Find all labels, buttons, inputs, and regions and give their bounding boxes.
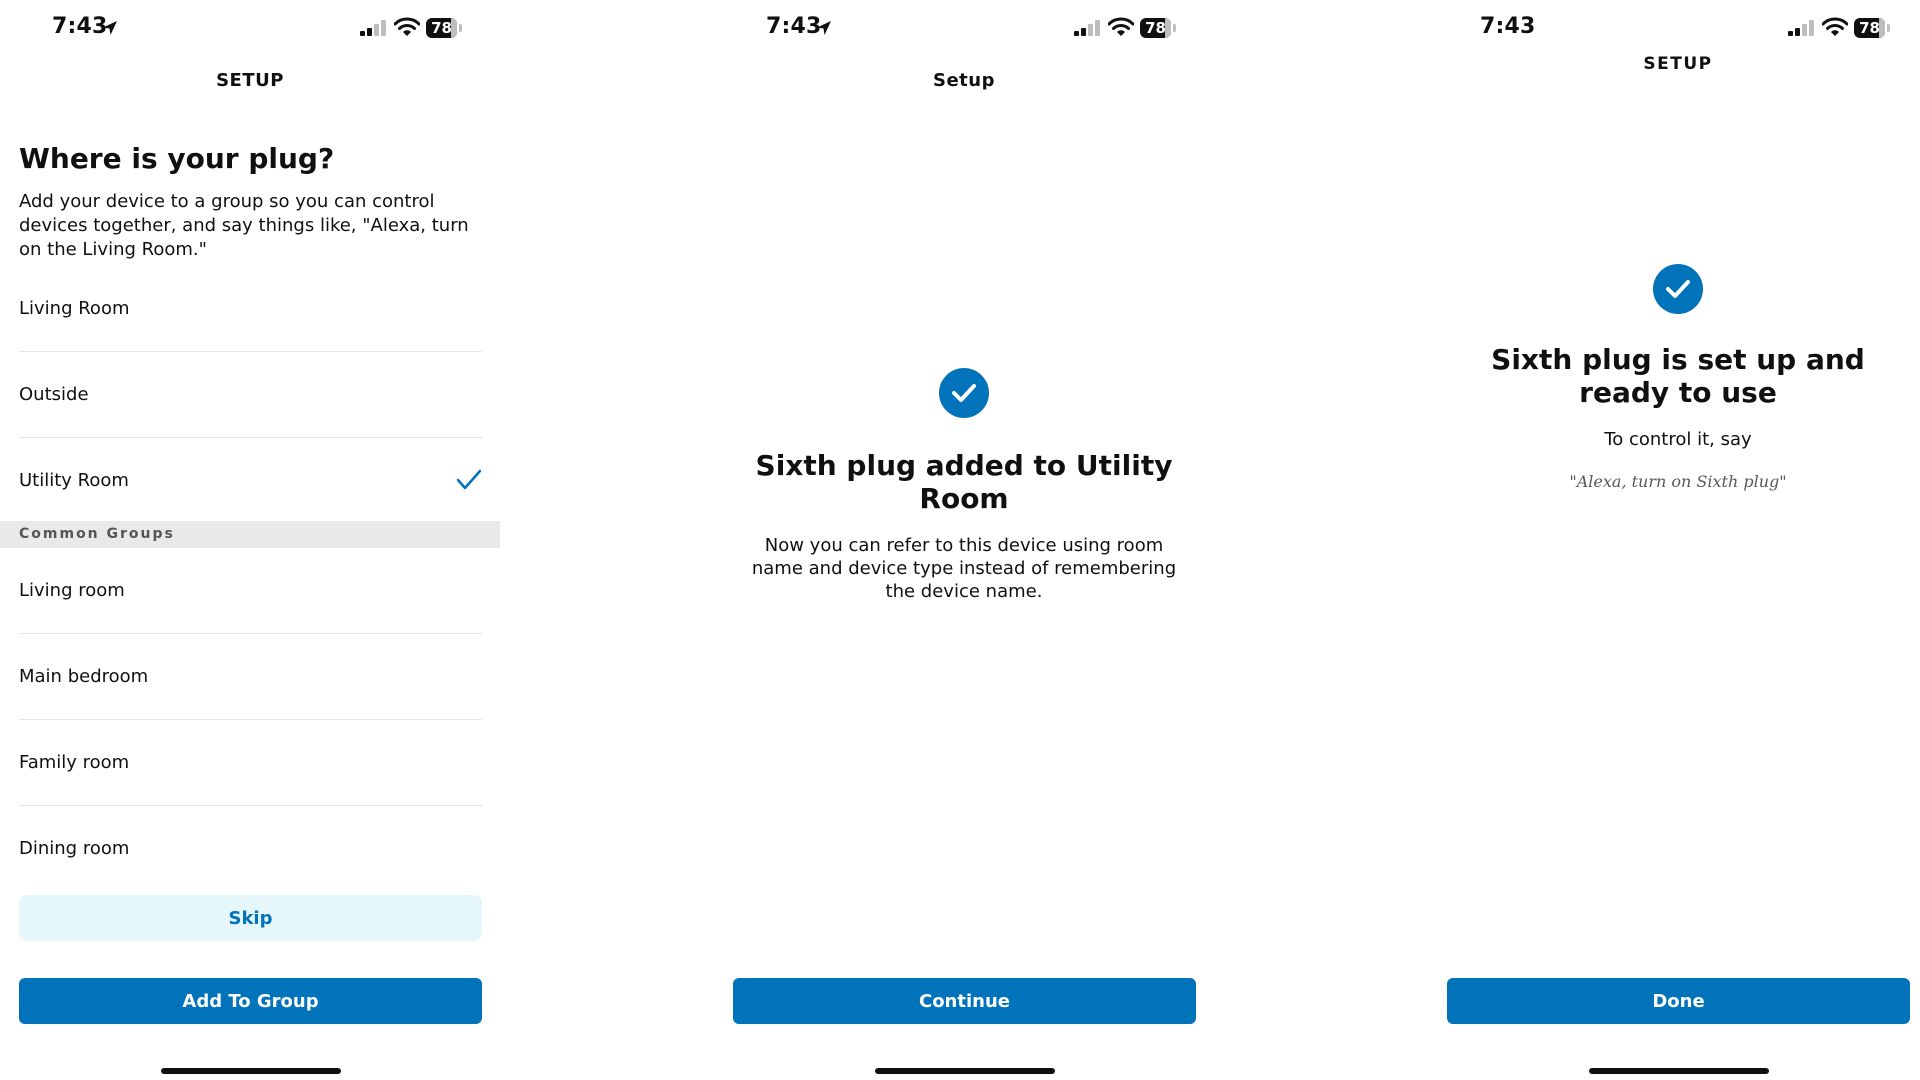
device-added-screen: 7:43 78 Setup Sixth plug added to Utilit… <box>714 0 1214 1080</box>
success-description: Now you can refer to this device using r… <box>751 535 1177 602</box>
done-button[interactable]: Done <box>1447 978 1910 1024</box>
instruction-text: To control it, say <box>1604 429 1752 450</box>
group-item-main-bedroom[interactable]: Main bedroom <box>19 634 482 720</box>
check-circle-icon <box>1653 264 1703 314</box>
page-description: Add your device to a group so you can co… <box>19 191 469 260</box>
group-item-dining-room[interactable]: Dining room <box>19 806 482 891</box>
group-item-living-room[interactable]: Living room <box>19 548 482 634</box>
status-time: 7:43 <box>766 14 822 39</box>
room-item-utility-room[interactable]: Utility Room <box>19 438 482 523</box>
battery-icon: 78 <box>1854 18 1890 38</box>
check-circle-icon <box>939 368 989 418</box>
group-item-label: Family room <box>19 752 130 773</box>
wifi-icon <box>1108 17 1134 36</box>
home-indicator[interactable] <box>161 1068 341 1074</box>
battery-level: 78 <box>1145 19 1166 37</box>
battery-level: 78 <box>1859 19 1880 37</box>
wifi-icon <box>1822 17 1848 36</box>
group-item-label: Dining room <box>19 838 130 859</box>
group-item-label: Living room <box>19 580 125 601</box>
voice-command-example: "Alexa, turn on Sixth plug" <box>1569 472 1787 491</box>
cellular-signal-icon <box>1788 20 1814 36</box>
room-item-label: Utility Room <box>19 470 129 491</box>
page-title: Where is your plug? <box>19 142 335 175</box>
nav-title: Setup <box>933 70 995 91</box>
battery-icon: 78 <box>1140 18 1176 38</box>
group-item-family-room[interactable]: Family room <box>19 720 482 806</box>
home-indicator[interactable] <box>1589 1068 1769 1074</box>
add-to-group-button[interactable]: Add To Group <box>19 978 482 1024</box>
continue-button[interactable]: Continue <box>733 978 1196 1024</box>
battery-level: 78 <box>431 19 452 37</box>
room-item-label: Outside <box>19 384 89 405</box>
room-item-label: Living Room <box>19 298 130 319</box>
home-indicator[interactable] <box>875 1068 1055 1074</box>
cellular-signal-icon <box>360 20 386 36</box>
status-time: 7:43 <box>52 14 108 39</box>
status-bar: 7:43 78 <box>1428 0 1920 58</box>
setup-room-screen: 7:43 78 SETUP Where is your plug? Add yo… <box>0 0 500 1080</box>
setup-complete-screen: 7:43 78 SETUP Sixth plug is set up and r… <box>1428 0 1920 1080</box>
cellular-signal-icon <box>1074 20 1100 36</box>
checkmark-icon <box>456 469 482 490</box>
battery-icon: 78 <box>426 18 462 38</box>
status-bar: 7:43 78 <box>714 0 1214 58</box>
status-time: 7:43 <box>1480 14 1536 39</box>
status-bar: 7:43 78 <box>0 0 500 58</box>
group-item-label: Main bedroom <box>19 666 149 687</box>
location-arrow-icon <box>103 21 117 35</box>
room-item-outside[interactable]: Outside <box>19 352 482 438</box>
nav-title: SETUP <box>216 70 284 91</box>
success-title: Sixth plug is set up and ready to use <box>1491 343 1865 409</box>
success-title: Sixth plug added to Utility Room <box>755 449 1173 515</box>
nav-title: SETUP <box>1643 54 1713 74</box>
room-list: Living Room Outside Utility Room <box>0 266 500 523</box>
common-groups-list: Living room Main bedroom Family room Din… <box>0 548 500 891</box>
room-item-living-room[interactable]: Living Room <box>19 266 482 352</box>
common-groups-header: Common Groups <box>0 521 500 548</box>
skip-button[interactable]: Skip <box>19 895 482 941</box>
location-arrow-icon <box>817 21 831 35</box>
wifi-icon <box>394 17 420 36</box>
